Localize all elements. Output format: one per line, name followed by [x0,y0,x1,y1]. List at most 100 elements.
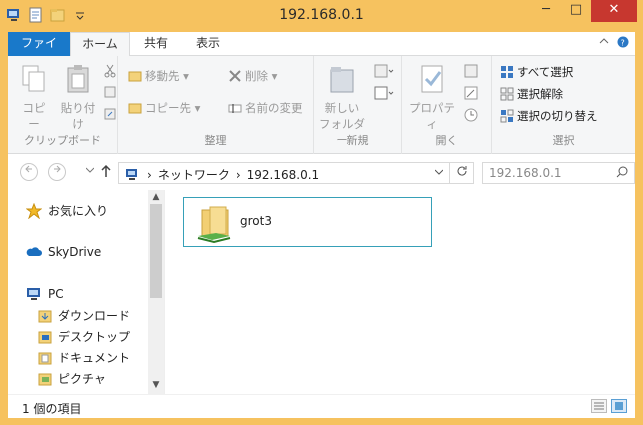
paste-icon [67,65,89,93]
window-controls: ─ □ ✕ [531,0,637,22]
nav-item-pc[interactable]: PC [26,286,64,302]
rename-icon [228,104,242,113]
breadcrumb-host[interactable]: 192.168.0.1 [247,168,320,182]
nav-label-documents: ドキュメント [58,351,131,365]
refresh-button[interactable] [449,163,473,183]
easy-access-icon [374,86,394,100]
search-input[interactable]: 192.168.0.1 [489,166,562,180]
delete-label: 削除 [245,69,268,83]
back-button[interactable] [20,163,38,181]
open-button[interactable] [464,64,482,81]
paste-shortcut-button[interactable] [104,108,116,123]
open-icon [464,64,478,78]
ribbon-home: コピー 貼り付け クリップボード 移動先 ▾ 削除 ▾ コピー先 ▾ 名前の変更… [8,56,635,154]
documents-folder-icon [38,352,52,364]
nav-label-pc: PC [48,287,64,301]
breadcrumb-network[interactable]: ネットワーク [158,166,230,183]
group-select: すべて選択 選択解除 選択の切り替え 選択 [492,56,635,154]
downloads-folder-icon [38,310,52,322]
properties-check-icon [421,65,443,93]
help-icon[interactable]: ? [617,36,629,51]
scroll-up-arrow-icon[interactable]: ▲ [148,192,164,202]
search-box[interactable]: 192.168.0.1 [482,162,635,184]
new-item-icon [374,64,394,78]
new-folder-icon [330,67,354,93]
address-history-button[interactable] [434,168,444,178]
address-bar[interactable]: › ネットワーク › 192.168.0.1 [118,162,474,184]
group-open: プロパティ 開く [402,56,492,154]
maximize-button[interactable]: □ [561,0,591,22]
status-bar: 1 個の項目 [8,394,635,418]
details-view-icon [594,402,604,410]
list-item[interactable]: grot3 [183,197,432,247]
invert-selection-button[interactable]: 選択の切り替え [500,108,598,124]
rename-label: 名前の変更 [245,101,303,115]
paste-button[interactable]: 貼り付け [56,64,100,132]
easy-access-button[interactable] [374,86,394,103]
explorer-window: 192.168.0.1 ─ □ ✕ ファイル ホーム 共有 表示 ? コピー [0,0,643,425]
copy-to-icon [128,103,142,114]
copy-to-button[interactable]: コピー先 ▾ [128,100,200,116]
tab-file[interactable]: ファイル [8,32,70,73]
nav-item-favorites[interactable]: お気に入り [26,202,108,219]
shortcut-icon [104,108,116,120]
details-view-button[interactable] [591,399,607,413]
copy-label: コピー [22,101,46,131]
copy-path-button[interactable] [104,86,116,101]
move-to-button[interactable]: 移動先 ▾ [128,68,189,84]
pictures-folder-icon [38,373,52,385]
move-to-label: 移動先 [145,69,180,83]
breadcrumb-separator[interactable]: › [147,168,152,182]
breadcrumb-separator[interactable]: › [236,168,241,182]
scroll-down-arrow-icon[interactable]: ▼ [148,380,164,390]
navigation-bar: › ネットワーク › 192.168.0.1 192.168.0.1 [8,154,635,190]
search-icon[interactable] [616,166,628,181]
delete-button[interactable]: 削除 ▾ [228,68,277,84]
nav-item-documents[interactable]: ドキュメント [38,349,130,366]
refresh-icon [457,166,467,176]
view-switcher [591,399,627,413]
chevron-down-icon [85,167,95,173]
edit-button[interactable] [464,86,478,103]
large-icons-view-button[interactable] [611,399,627,413]
new-item-button[interactable] [374,64,394,81]
breadcrumb: › ネットワーク › 192.168.0.1 [125,166,319,183]
close-button[interactable]: ✕ [591,0,637,22]
select-all-label: すべて選択 [517,65,574,79]
scrollbar-thumb[interactable] [150,204,162,298]
group-label-open: 開く [435,134,458,147]
ribbon-tabs: ファイル ホーム 共有 表示 ? [8,32,635,73]
minimize-ribbon-icon[interactable] [599,36,609,51]
recent-locations-button[interactable] [85,166,95,175]
nav-item-desktop[interactable]: デスクトップ [38,328,130,345]
tab-view[interactable]: 表示 [186,32,230,56]
title-bar: 192.168.0.1 ─ □ ✕ [0,0,643,32]
star-icon [26,202,42,219]
properties-button[interactable]: プロパティ [406,64,458,132]
nav-scrollbar[interactable]: ▲ ▼ [148,190,164,394]
large-icons-view-icon [615,402,623,410]
content-pane: grot3 [164,190,635,394]
tab-share[interactable]: 共有 [134,32,178,56]
minimize-button[interactable]: ─ [531,0,561,22]
select-none-button[interactable]: 選択解除 [500,86,563,102]
nav-label-skydrive: SkyDrive [48,245,102,259]
tab-home[interactable]: ホーム [70,32,130,57]
nav-item-pictures[interactable]: ピクチャ [38,370,106,387]
nav-item-skydrive[interactable]: SkyDrive [26,244,101,260]
forward-button[interactable] [48,163,66,181]
history-button[interactable] [464,108,478,125]
nav-label-favorites: お気に入り [48,204,109,218]
invert-selection-icon [500,109,514,123]
group-label-select: 選択 [552,134,575,147]
file-name: grot3 [240,214,272,228]
copy-button[interactable]: コピー [18,64,50,132]
up-button[interactable] [100,164,112,182]
group-new: 新しい フォルダー 新規 [314,56,402,154]
select-all-button[interactable]: すべて選択 [500,64,573,80]
nav-item-downloads[interactable]: ダウンロード [38,307,130,324]
rename-button[interactable]: 名前の変更 [228,100,303,116]
chevron-down-icon [434,169,444,175]
cut-button[interactable] [104,64,116,81]
navigation-pane: お気に入り SkyDrive PC ダウンロード デスクトップ ドキュメント ピ… [8,190,164,394]
